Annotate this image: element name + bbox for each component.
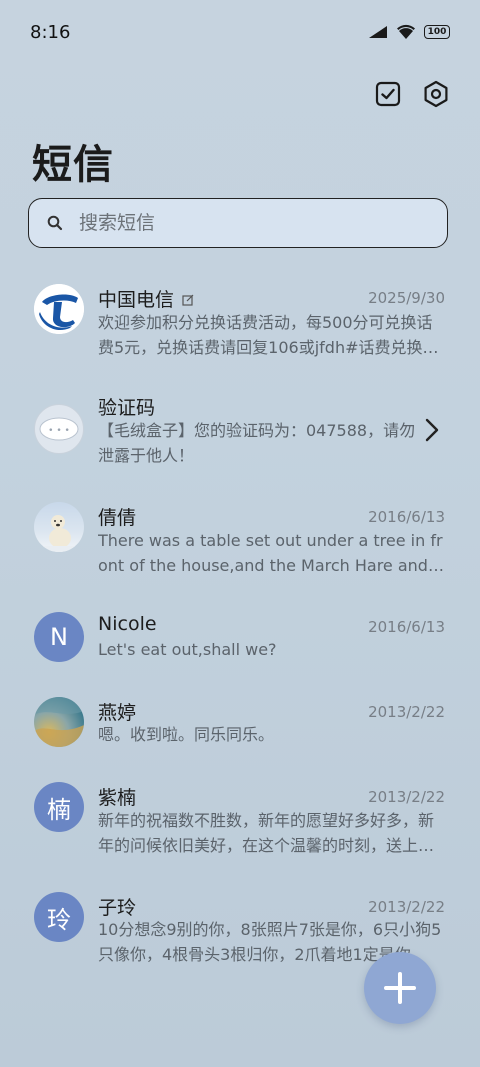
edit-select-button[interactable] (372, 78, 404, 110)
conversation-item[interactable]: 燕婷 2013/2/22 嗯。收到啦。同乐同乐。 (0, 685, 480, 765)
settings-icon (424, 80, 448, 108)
search-bar[interactable] (28, 198, 448, 248)
avatar (34, 697, 84, 747)
new-message-button[interactable] (364, 952, 436, 1024)
telecom-logo-icon (34, 284, 84, 334)
message-date: 2016/6/13 (368, 618, 445, 636)
contact-name: 紫楠 (98, 787, 137, 809)
message-preview: Let's eat out,shall we? (98, 640, 277, 659)
conversation-item[interactable]: 中国电信 2025/9/30 欢迎参加积分兑换话费活动，每500分可兑换话费5元… (0, 270, 480, 370)
svg-text:• • •: • • • (48, 426, 70, 436)
signal-icon (369, 26, 387, 38)
search-icon (47, 215, 63, 231)
conversation-item[interactable]: • • • 验证码 【毛绒盒子】您的验证码为：047588，请勿泄露于他人！ (0, 380, 480, 480)
contact-name: Nicole (98, 613, 157, 635)
status-time: 8:16 (30, 22, 71, 43)
conversation-item[interactable]: 楠 紫楠 2013/2/22 新年的祝福数不胜数，新年的愿望好多好多，新年的问候… (0, 770, 480, 870)
message-preview: 欢迎参加积分兑换话费活动，每500分可兑换话费5元，兑换话费请回复106或jfd… (98, 313, 439, 357)
chevron-right-icon[interactable] (424, 417, 440, 443)
verification-code-icon: • • • (39, 417, 79, 441)
avatar: 楠 (34, 782, 84, 832)
landscape-photo-icon (34, 697, 84, 747)
settings-button[interactable] (420, 78, 452, 110)
contact-name: 验证码 (98, 397, 156, 419)
wifi-icon (397, 24, 415, 39)
status-bar: 8:16 100 (0, 0, 480, 68)
message-date: 2025/9/30 (368, 289, 445, 307)
avatar: • • • (34, 404, 84, 454)
message-preview: There was a table set out under a tree i… (98, 531, 443, 575)
message-date: 2013/2/22 (368, 788, 445, 806)
message-preview: 新年的祝福数不胜数，新年的愿望好多好多，新年的问候依旧美好，在这个温馨的时刻，送… (98, 811, 435, 855)
avatar (34, 502, 84, 552)
message-preview: 【毛绒盒子】您的验证码为：047588，请勿泄露于他人！ (98, 421, 416, 465)
plus-icon (384, 972, 416, 1004)
checkbox-icon (375, 81, 401, 107)
message-date: 2013/2/22 (368, 898, 445, 916)
contact-name: 倩倩 (98, 507, 137, 529)
contact-name: 中国电信 (98, 285, 194, 312)
polar-bear-icon (34, 515, 84, 552)
contact-name: 子玲 (98, 897, 137, 919)
avatar: N (34, 612, 84, 662)
battery-level: 100 (427, 27, 447, 37)
message-date: 2013/2/22 (368, 703, 445, 721)
edit-external-icon (182, 294, 194, 306)
top-actions (372, 78, 452, 110)
avatar (34, 284, 84, 334)
message-preview: 嗯。收到啦。同乐同乐。 (98, 725, 275, 744)
status-icons: 100 (368, 24, 450, 40)
search-input[interactable] (77, 211, 401, 235)
contact-name: 燕婷 (98, 702, 137, 724)
conversation-item[interactable]: 倩倩 2016/6/13 There was a table set out u… (0, 490, 480, 590)
message-date: 2016/6/13 (368, 508, 445, 526)
avatar: 玲 (34, 892, 84, 942)
battery-icon: 100 (424, 25, 450, 39)
conversation-item[interactable]: N Nicole 2016/6/13 Let's eat out,shall w… (0, 600, 480, 680)
page-title: 短信 (32, 142, 114, 188)
